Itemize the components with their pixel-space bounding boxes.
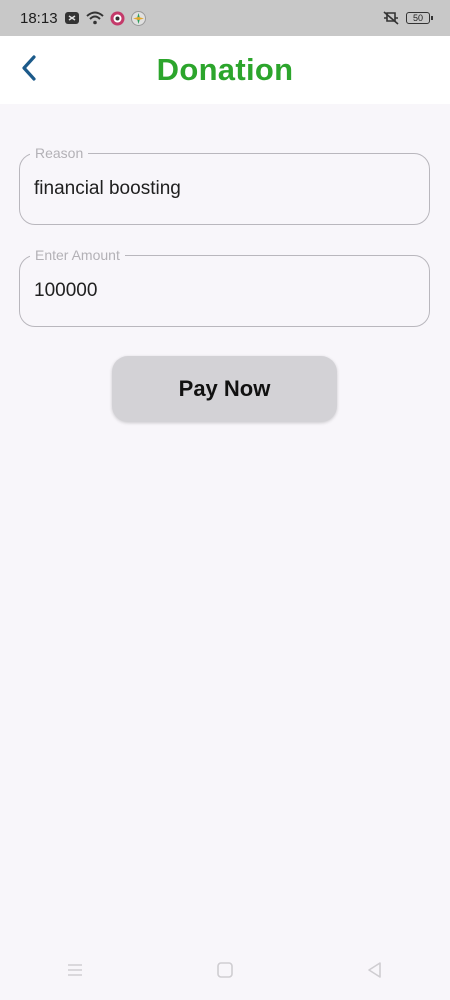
reason-field[interactable]: Reason financial boosting [19,145,430,225]
page-title: Donation [156,52,294,87]
amount-label: Enter Amount [30,247,125,263]
status-bar-right: 50 [382,10,433,26]
menu-icon [66,962,84,983]
back-button[interactable] [14,53,44,87]
notification-icon [64,11,80,25]
status-bar-left: 18:13 [20,10,146,27]
silent-mode-icon [382,10,400,26]
pay-now-button[interactable]: Pay Now [112,356,337,422]
navigation-bar [0,944,450,1000]
chevron-left-icon [20,54,38,87]
amount-value: 100000 [34,280,98,301]
status-time: 18:13 [20,9,58,27]
wifi-icon [85,11,104,25]
battery-icon: 50 [406,12,433,24]
menu-button[interactable] [55,952,95,992]
reason-value: financial boosting [34,178,181,199]
app-notification-icon-2 [130,10,146,26]
reason-label: Reason [30,145,89,161]
battery-level: 50 [412,12,423,23]
app-bar: Donation [0,36,450,104]
home-button[interactable] [205,952,245,992]
app-notification-icon [110,11,125,26]
status-bar: 18:13 50 [0,0,450,36]
amount-field[interactable]: Enter Amount 100000 [19,247,430,327]
back-nav-button[interactable] [355,952,395,992]
home-icon [216,961,234,984]
back-icon [366,961,384,984]
